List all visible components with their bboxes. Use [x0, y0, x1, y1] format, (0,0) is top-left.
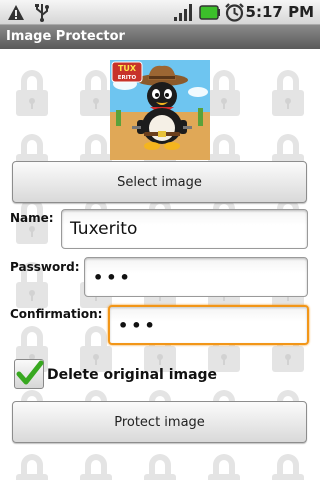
checkmark-icon [16, 360, 44, 385]
app-title: Image Protector [6, 29, 125, 44]
name-label: Name: [10, 211, 54, 225]
status-time: 5:17 PM [245, 3, 314, 21]
battery-icon [199, 5, 220, 20]
delete-original-checkbox[interactable] [14, 359, 44, 389]
confirmation-input[interactable]: ••• [108, 305, 309, 345]
protect-image-label: Protect image [114, 414, 205, 430]
select-image-button[interactable]: Select image [12, 161, 307, 203]
logo-text-top: TUX [118, 64, 137, 73]
password-input[interactable]: ••• [84, 257, 308, 297]
app-title-bar: Image Protector [0, 25, 320, 49]
name-input[interactable]: Tuxerito [61, 209, 308, 249]
name-value: Tuxerito [70, 219, 138, 239]
confirmation-label: Confirmation: [10, 307, 103, 321]
alarm-icon [225, 3, 244, 22]
logo-text-bottom: ERITO [118, 75, 137, 81]
status-bar: 5:17 PM [0, 0, 320, 25]
selected-image-preview[interactable]: TUX ERITO [110, 60, 210, 160]
select-image-label: Select image [117, 174, 202, 190]
password-value: ••• [93, 267, 133, 287]
usb-icon [35, 4, 49, 22]
signal-icon [174, 4, 192, 21]
protect-image-button[interactable]: Protect image [12, 401, 307, 443]
password-label: Password: [10, 260, 80, 274]
delete-original-label[interactable]: Delete original image [47, 367, 217, 383]
tux-cowboy-image: TUX ERITO [110, 60, 210, 160]
warning-icon [8, 5, 24, 20]
confirmation-value: ••• [118, 315, 158, 335]
